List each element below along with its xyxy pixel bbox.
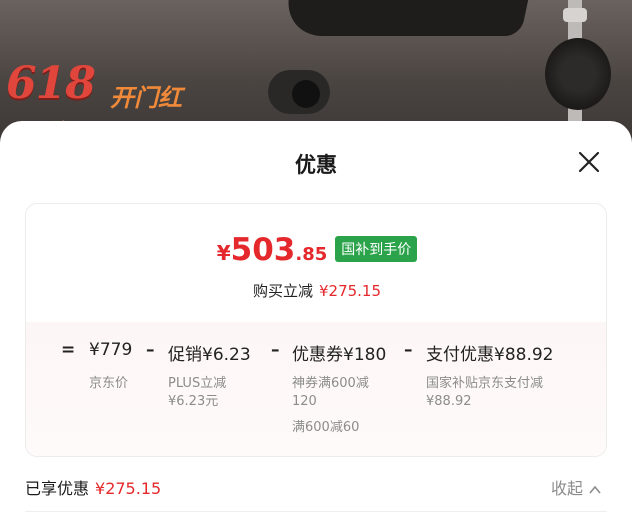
final-price-integer: 503 [230, 232, 296, 268]
final-price-row: ¥503.85 国补到手价 [26, 232, 606, 268]
close-button[interactable] [576, 149, 602, 175]
jd-price: ¥779 [89, 340, 133, 360]
sheet-title: 优惠 [295, 153, 337, 177]
promo-discount: 促销¥6.23 [168, 345, 251, 365]
promo-logo-text: 开门红 [110, 84, 182, 112]
enjoyed-discount-label: 已享优惠 [25, 479, 90, 498]
discount-card: ¥503.85 国补到手价 购买立减 ¥275.15 = ¥779 – 促销¥6.2… [25, 203, 607, 457]
coupon-detail-line3: 满600减60 [292, 420, 360, 435]
reduction-label: 购买立减 [252, 282, 313, 300]
discount-sheet: 优惠 ¥503.85 国补到手价 购买立减 ¥275.15 = ¥779 – 促销¥… [0, 121, 632, 516]
coupon-discount: 优惠券¥180 [292, 345, 387, 365]
collapse-button[interactable]: 收起 [551, 475, 601, 499]
purchase-reduction-row: 购买立减 ¥275.15 [26, 280, 606, 301]
enjoyed-discount-value: ¥275.15 [95, 479, 162, 498]
reduction-value: ¥275.15 [318, 282, 382, 300]
promo-detail-line1: PLUS立减 [168, 376, 227, 391]
coupon-detail-line2: 120 [292, 394, 317, 409]
minus-sign-2: – [271, 340, 280, 360]
collapse-label: 收起 [551, 479, 584, 498]
product-background: 618 开门红 国补618 [0, 0, 632, 140]
close-icon [578, 151, 600, 173]
subsidy-price-badge: 国补到手价 [335, 236, 418, 262]
shower-holder-image [268, 70, 330, 114]
shower-knob-image [563, 8, 587, 22]
payment-discount: 支付优惠¥88.92 [426, 345, 554, 365]
promo-logo-618: 618 [6, 58, 96, 109]
hand-shower-image [545, 38, 611, 110]
enjoyed-discount-summary: 已享优惠 ¥275.15 [25, 475, 161, 499]
promo-detail-line2: ¥6.23元 [168, 394, 219, 409]
final-price-decimal: .85 [295, 244, 328, 265]
chevron-up-icon [589, 483, 601, 497]
next-section-divider [25, 511, 607, 516]
payment-detail-line1: 国家补贴京东支付减 [426, 376, 544, 391]
jd-price-label: 京东价 [89, 376, 129, 391]
minus-sign-1: – [146, 340, 155, 360]
final-price-currency: ¥ [216, 241, 231, 265]
shower-head-image [280, 0, 530, 36]
coupon-detail-line1: 神券满600减 [292, 376, 369, 391]
equals-sign: = [61, 340, 76, 360]
minus-sign-3: – [404, 340, 413, 360]
payment-detail-line2: ¥88.92 [426, 394, 472, 409]
